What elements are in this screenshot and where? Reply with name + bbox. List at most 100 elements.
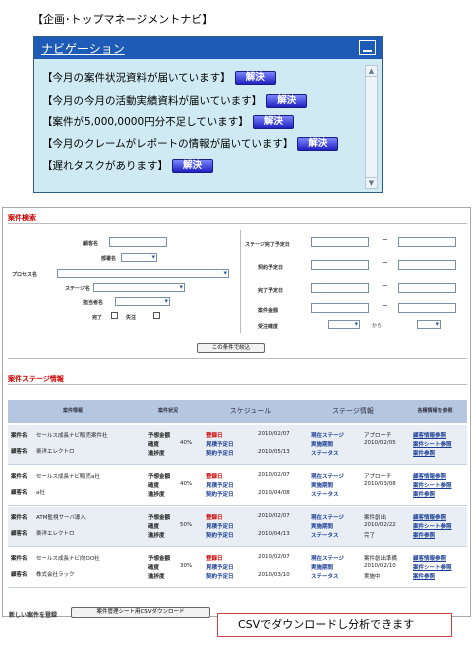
case-link[interactable]: 案件参照 <box>413 490 435 498</box>
confidence-label: 確度 <box>148 442 160 448</box>
contract-date-label: 契約予定日 <box>258 265 284 271</box>
customer-label: 顧客名 <box>83 241 99 247</box>
contract-date-label: 契約予定日 <box>206 533 234 539</box>
from-label: から <box>372 323 383 329</box>
completion-date-from[interactable] <box>311 283 369 293</box>
nav-item: 【今月の案件状況資料が届いています】 解決 <box>42 70 276 85</box>
scroll-up-icon[interactable]: ▲ <box>366 66 377 77</box>
divider <box>8 384 467 385</box>
customer-name: 楽洋エレクトロ <box>36 449 75 455</box>
lost-label: 失注 <box>126 315 137 321</box>
amount-label: 予想金額 <box>148 515 171 521</box>
resolve-button[interactable]: 解決 <box>266 94 308 108</box>
amount-label: 案件金額 <box>258 308 279 314</box>
case-label: 案件名 <box>11 556 28 562</box>
case-sheet-link[interactable]: 案件シート参照 <box>413 481 452 489</box>
complete-checkbox[interactable] <box>111 312 118 319</box>
case-sheet-link[interactable]: 案件シート参照 <box>413 563 452 571</box>
contract-date-from[interactable] <box>311 260 369 270</box>
scrollbar[interactable]: ▲ ▼ <box>365 65 378 189</box>
contract-date: 2010/04/08 <box>258 490 290 496</box>
confidence-label: 確度 <box>148 524 160 530</box>
customer-info-link[interactable]: 顧客情報参照 <box>413 431 446 439</box>
nav-item-text: 【今月の案件状況資料が届いています】 <box>42 72 231 84</box>
confidence-label: 確度 <box>148 483 160 489</box>
estimate-date-label: 見積予定日 <box>206 483 234 489</box>
range-separator: ~ <box>382 282 388 290</box>
registered-label: 登録日 <box>206 515 223 521</box>
resolve-button[interactable]: 解決 <box>234 71 276 85</box>
customer-info-link[interactable]: 顧客情報参照 <box>413 554 446 562</box>
completion-date-to[interactable] <box>398 283 456 293</box>
lost-checkbox[interactable] <box>153 312 160 319</box>
nav-item: 【今月の今月の活動実績資料が届いています】 解決 <box>42 93 308 108</box>
department-select[interactable] <box>121 253 157 262</box>
estimate-date-label: 見積予定日 <box>206 524 234 530</box>
amount-label: 予想金額 <box>148 474 171 480</box>
case-sheet-link[interactable]: 案件シート参照 <box>413 440 452 448</box>
table-row: 案件名 セールス成長ナビ向OO社 顧客名 株式会社ラック 予想金額 確度 30% 進捗度 登録日… <box>8 548 467 588</box>
resolve-button[interactable]: 解決 <box>172 159 214 173</box>
csv-download-button[interactable]: 案件管理シート用CSVダウンロード <box>71 607 210 618</box>
nav-item: 【今月のクレームがレポートの情報が届いています】 解決 <box>42 136 339 151</box>
current-stage-value: アプローチ <box>364 474 392 480</box>
status-value: 実施中 <box>364 574 381 580</box>
process-label: プロセス名 <box>12 272 38 278</box>
customer-name: 楽洋エレクトロ <box>36 531 75 537</box>
confidence-from-select[interactable] <box>328 320 360 329</box>
divider <box>8 223 467 224</box>
stage-done-date-to[interactable] <box>398 237 456 247</box>
current-stage-label: 現在ステージ <box>311 556 344 562</box>
customer-info-link[interactable]: 顧客情報参照 <box>413 472 446 480</box>
done-period-label: 実施期間 <box>311 565 334 571</box>
callout-text: CSVでダウンロードし分析できます <box>217 613 452 637</box>
customer-info-link[interactable]: 顧客情報参照 <box>413 513 446 521</box>
contract-date-label: 契約予定日 <box>206 574 234 580</box>
owner-select[interactable] <box>115 297 170 306</box>
navigation-title[interactable]: ナビゲーション <box>41 40 125 57</box>
amount-to[interactable] <box>398 303 456 313</box>
case-link[interactable]: 案件参照 <box>413 449 435 457</box>
amount-from[interactable] <box>311 303 369 313</box>
case-link[interactable]: 案件参照 <box>413 572 435 580</box>
stage-label: ステージ名 <box>65 286 90 292</box>
new-case-link[interactable]: 新しい案件を登録 <box>9 610 57 619</box>
customer-label: 顧客名 <box>11 531 28 537</box>
nav-item-text: 【遅れタスクがあります】 <box>42 160 168 172</box>
registered-label: 登録日 <box>206 433 223 439</box>
contract-date-to[interactable] <box>398 260 456 270</box>
status-label: ステータス <box>311 451 339 457</box>
contract-date: 2010/04/13 <box>258 531 290 537</box>
table-header: 案件情報 案件状況 スケジュール ステージ情報 各種情報を参照 <box>8 400 467 423</box>
divider <box>8 358 467 359</box>
minimize-icon[interactable] <box>359 40 376 55</box>
stage-select[interactable] <box>93 283 185 292</box>
nav-item-text: 【今月の今月の活動実績資料が届いています】 <box>42 95 263 107</box>
contract-date-label: 契約予定日 <box>206 492 234 498</box>
amount-label: 予想金額 <box>148 556 171 562</box>
done-period-label: 実施期間 <box>311 483 334 489</box>
progress-label: 進捗度 <box>148 451 165 457</box>
department-label: 部署名 <box>101 256 117 262</box>
header-case-status: 案件状況 <box>157 408 178 414</box>
confidence-to-select[interactable] <box>417 320 441 329</box>
customer-name: a社 <box>36 490 45 496</box>
case-link[interactable]: 案件参照 <box>413 531 435 539</box>
process-select[interactable] <box>57 269 229 278</box>
scroll-down-icon[interactable]: ▼ <box>366 177 377 188</box>
owner-label: 担当者名 <box>83 300 104 306</box>
contract-date-label: 契約予定日 <box>206 451 234 457</box>
estimate-date-label: 見積予定日 <box>206 565 234 571</box>
done-period-value: 2010/02/10 <box>364 563 396 569</box>
stage-done-date-from[interactable] <box>311 237 369 247</box>
divider <box>240 230 241 333</box>
case-sheet-link[interactable]: 案件シート参照 <box>413 522 452 530</box>
case-label: 案件名 <box>11 515 28 521</box>
resolve-button[interactable]: 解決 <box>252 115 294 129</box>
registered-label: 登録日 <box>206 556 223 562</box>
search-section-title: 案件検索 <box>8 214 36 222</box>
customer-input[interactable] <box>109 237 167 247</box>
status-label: ステータス <box>311 574 339 580</box>
search-filter-button[interactable]: この条件で絞込 <box>197 343 265 353</box>
resolve-button[interactable]: 解決 <box>297 137 339 151</box>
